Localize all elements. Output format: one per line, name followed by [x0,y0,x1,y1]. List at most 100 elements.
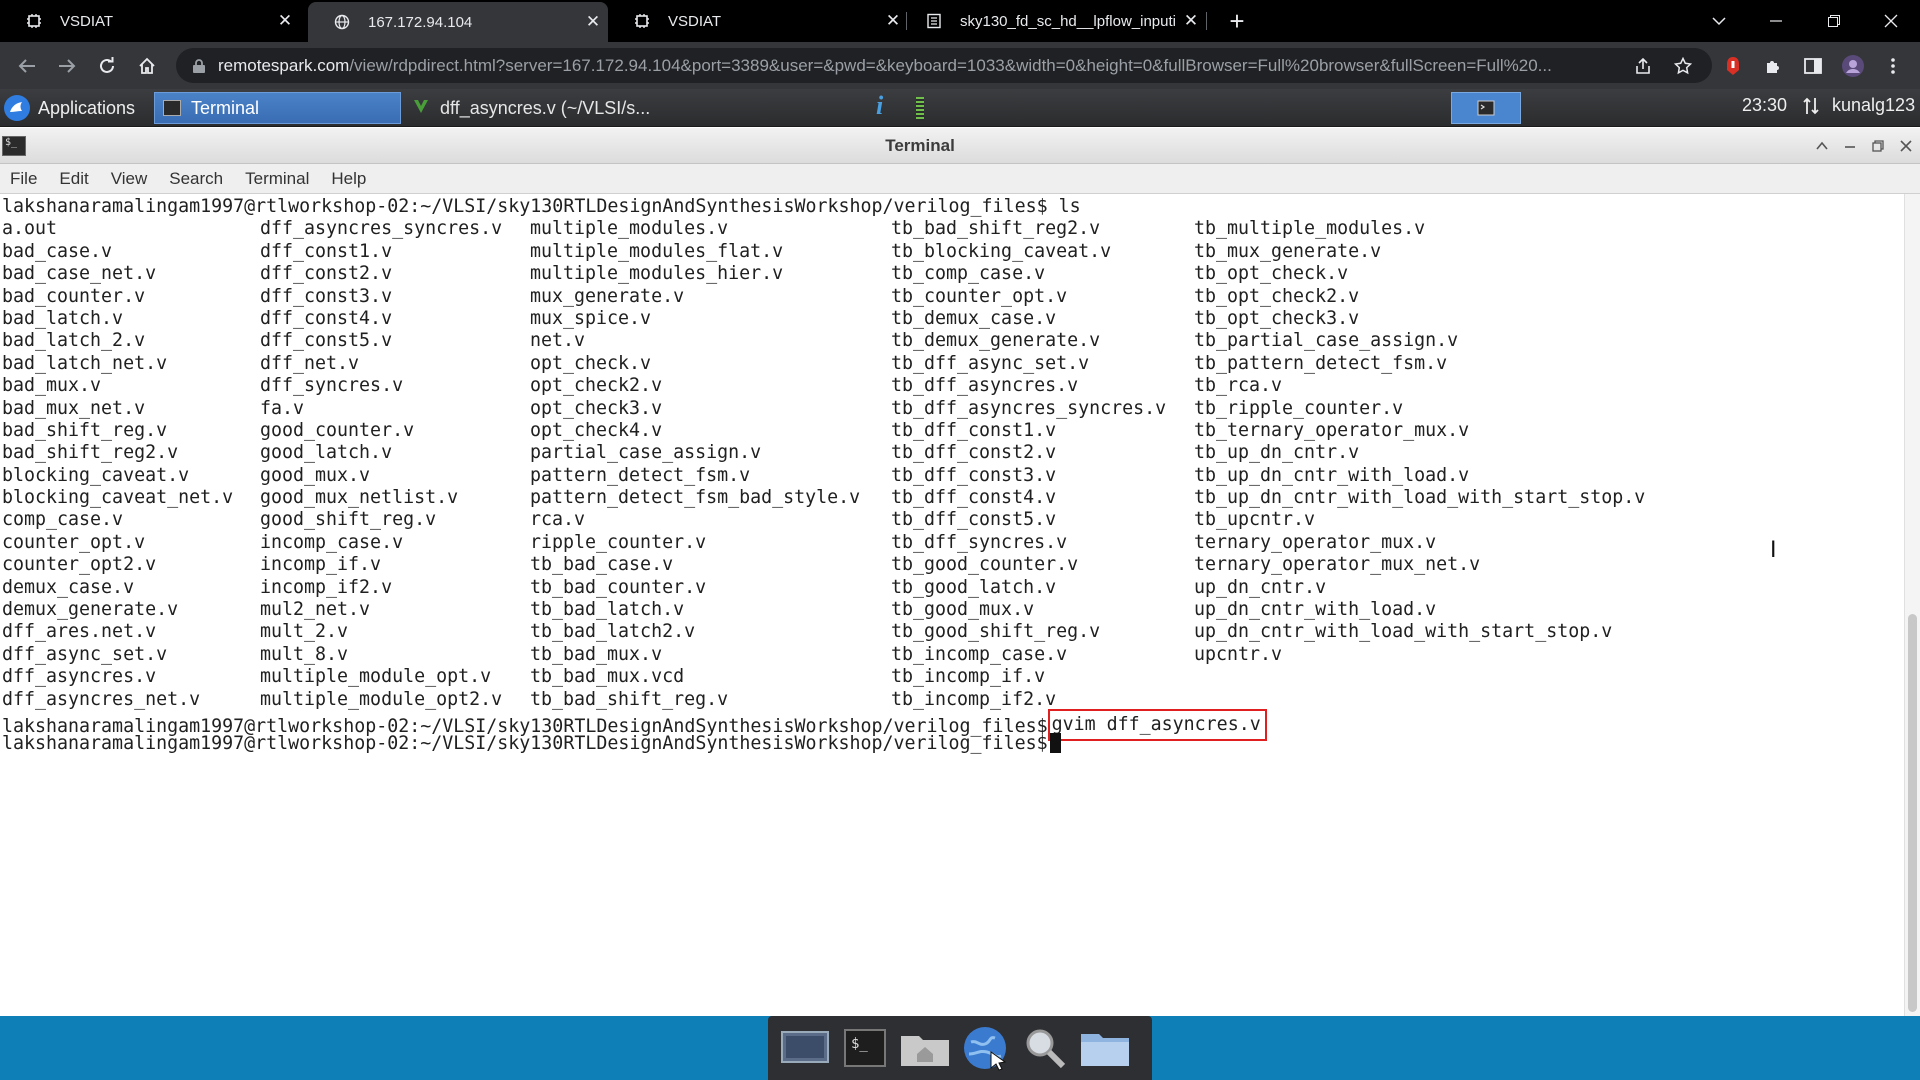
reload-icon[interactable] [92,51,122,81]
terminal-scrollbar[interactable] [1904,194,1920,1016]
search-magnifier-icon[interactable] [1016,1021,1074,1075]
ls-row: bad_mux_net.v fa.v opt_check3.v tb_dff_asyn… [2,398,1904,420]
file-name: dff_asyncres.v [2,666,157,688]
file-name: upcntr.v [1194,643,1283,665]
window-close-icon[interactable] [1896,136,1916,156]
close-tab-icon[interactable]: ✕ [1176,11,1206,31]
ls-row: demux_case.v incomp_if2.v tb_bad_counter.v… [2,577,1904,599]
close-tab-icon[interactable]: ✕ [578,12,608,32]
workspace-switcher[interactable] [1451,92,1521,124]
file-name: bad_shift_reg.v [2,419,168,441]
file-name: demux_case.v [2,576,135,598]
panel-clock: 23:30 [1742,95,1788,115]
file-name: ripple_counter.v [530,531,707,553]
ls-row: counter_opt2.v incomp_if.v tb_bad_case.v tb… [2,554,1904,576]
browser-tab-3[interactable]: VSDIAT ✕ [608,0,908,42]
files-folder-icon[interactable] [1076,1021,1134,1075]
ls-row: dff_asyncres_net.v multiple_module_opt2.v… [2,689,1904,711]
file-name: tb_rca.v [1194,375,1283,397]
applications-menu[interactable]: Applications [4,93,135,123]
sheet-icon [926,13,942,29]
file-name: tb_opt_check3.v [1194,307,1360,329]
file-name: comp_case.v [2,509,124,531]
extensions-puzzle-icon[interactable] [1758,51,1788,81]
browser-toolbar: remotespark.com/view/rdpdirect.html?serv… [0,42,1920,89]
file-name: bad_mux.v [2,375,102,397]
file-name: tb_upcntr.v [1194,509,1316,531]
window-shade-icon[interactable] [1812,136,1832,156]
chip-icon [26,13,42,29]
more-menu-icon[interactable] [1878,51,1908,81]
file-name: tb_blocking_caveat.v [891,240,1112,262]
restore-icon[interactable] [1805,0,1863,42]
file-name: tb_bad_mux.vcd [530,666,685,688]
file-name: multiple_modules.v [530,218,729,240]
menu-edit[interactable]: Edit [59,169,88,189]
taskbar-item-label: Terminal [191,97,260,118]
ls-row: bad_case.v dff_const1.v multiple_modules_f… [2,241,1904,263]
menu-view[interactable]: View [111,169,148,189]
close-window-icon[interactable] [1862,0,1920,42]
file-name: bad_mux_net.v [2,397,146,419]
show-desktop-icon[interactable] [776,1021,834,1075]
file-name: tb_demux_case.v [891,307,1057,329]
file-name: tb_dff_const3.v [891,464,1057,486]
file-name: tb_mux_generate.v [1194,240,1382,262]
extension-red-icon[interactable] [1718,51,1748,81]
file-name: tb_dff_const1.v [891,419,1057,441]
file-name: bad_latch_2.v [2,330,146,352]
terminal-launcher-icon[interactable]: $_ [836,1021,894,1075]
address-bar[interactable]: remotespark.com/view/rdpdirect.html?serv… [176,48,1712,83]
file-name: tb_bad_case.v [530,554,674,576]
home-icon[interactable] [132,51,162,81]
info-icon[interactable]: i [876,91,883,121]
taskbar-item-terminal[interactable]: Terminal [154,92,401,124]
file-name: mult_2.v [260,621,349,643]
file-name: dff_ares.net.v [2,621,157,643]
window-minimize-icon[interactable] [1840,136,1860,156]
side-panel-icon[interactable] [1798,51,1828,81]
dock: $_ [768,1016,1152,1080]
file-name: dff_const4.v [260,307,393,329]
scrollbar-thumb[interactable] [1908,614,1917,1012]
file-name: good_counter.v [260,419,415,441]
home-folder-icon[interactable] [896,1021,954,1075]
text-cursor [1049,733,1061,754]
share-icon[interactable] [1628,51,1658,81]
file-name: opt_check2.v [530,375,663,397]
prompt: lakshanaramalingam1997@rtlworkshop-02:~/… [2,196,1048,217]
file-name: bad_latch_net.v [2,352,168,374]
panel-user[interactable]: kunalg123 [1832,95,1915,116]
taskbar-item-label: dff_asyncres.v (~/VLSI/s... [440,97,651,118]
file-name: tb_multiple_modules.v [1194,218,1426,240]
menu-file[interactable]: File [10,169,37,189]
file-name: tb_incomp_if2.v [891,688,1057,710]
minimize-icon[interactable] [1747,0,1805,42]
window-maximize-icon[interactable] [1868,136,1888,156]
menu-terminal[interactable]: Terminal [245,169,309,189]
browser-tab-4[interactable]: sky130_fd_sc_hd__lpflow_inputiso ✕ [900,0,1206,42]
terminal-title-bar[interactable]: $_ Terminal [0,128,1920,164]
browser-tab-2[interactable]: 167.172.94.104 ✕ [308,2,608,42]
bookmark-star-icon[interactable] [1668,51,1698,81]
new-tab-button[interactable]: + [1222,6,1252,36]
web-browser-icon[interactable] [956,1021,1014,1075]
terminal-output[interactable]: lakshanaramalingam1997@rtlworkshop-02:~/… [0,194,1904,1016]
file-name: counter_opt.v [2,531,146,553]
menu-help[interactable]: Help [331,169,366,189]
forward-arrow-icon[interactable] [52,51,82,81]
file-name: mux_spice.v [530,307,652,329]
prompt-line-ls: lakshanaramalingam1997@rtlworkshop-02:~/… [2,196,1904,218]
ls-row: dff_async_set.v mult_8.v tb_bad_mux.v tb_in… [2,644,1904,666]
back-arrow-icon[interactable] [12,51,42,81]
menu-search[interactable]: Search [169,169,223,189]
browser-tab-1[interactable]: VSDIAT ✕ [0,0,300,42]
svg-text:$_: $_ [851,1036,868,1052]
close-tab-icon[interactable]: ✕ [270,11,300,31]
network-arrows-icon[interactable] [1802,96,1820,121]
taskbar-item-gvim[interactable]: dff_asyncres.v (~/VLSI/s... [404,92,654,124]
tab-search-chevron-icon[interactable] [1690,0,1748,42]
file-name: tb_good_mux.v [891,599,1035,621]
profile-avatar[interactable] [1838,51,1868,81]
file-name: opt_check3.v [530,397,663,419]
